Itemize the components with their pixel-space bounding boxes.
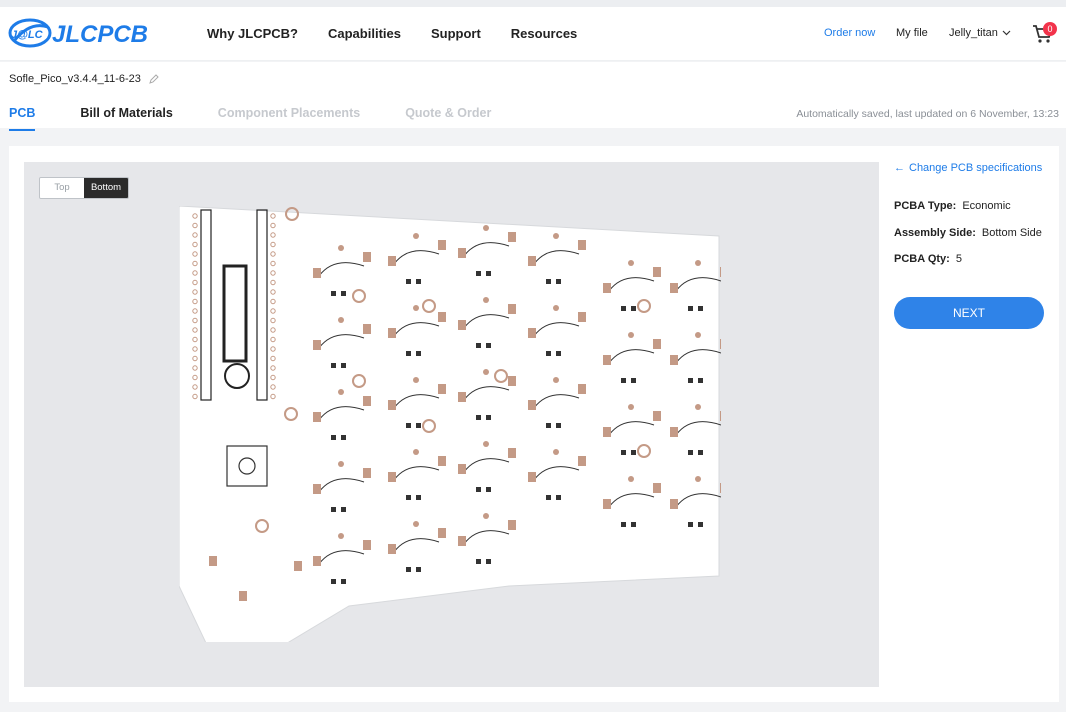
svg-text:J@LC: J@LC	[11, 29, 44, 41]
my-file-link[interactable]: My file	[896, 27, 928, 39]
step-tabs: PCB Bill of Materials Component Placemen…	[9, 106, 536, 131]
nav-capabilities[interactable]: Capabilities	[328, 26, 401, 41]
spec-value: Bottom Side	[981, 227, 1042, 239]
tab-pcb[interactable]: PCB	[9, 106, 36, 131]
spec-value: Economic	[962, 200, 1011, 212]
nav-resources[interactable]: Resources	[511, 26, 577, 41]
cart-count-badge: 0	[1043, 22, 1057, 36]
project-title: Sofle_Pico_v3.4.4_11-6-23	[9, 73, 159, 85]
side-toggle: Top Bottom	[39, 177, 129, 199]
user-name: Jelly_titan	[949, 27, 998, 39]
spec-assembly-side: Assembly Side: Bottom Side	[894, 227, 1042, 239]
spec-label: PCBA Type:	[894, 200, 957, 212]
edit-icon[interactable]	[149, 74, 159, 84]
spec-value: 5	[955, 253, 962, 265]
project-bar: Sofle_Pico_v3.4.4_11-6-23 PCB Bill of Ma…	[0, 62, 1066, 131]
nav-why-jlcpcb[interactable]: Why JLCPCB?	[207, 26, 298, 41]
chevron-down-icon	[1002, 30, 1011, 36]
jlcpcb-logo[interactable]: J@LC JLCPCB	[8, 15, 163, 51]
next-button[interactable]: NEXT	[894, 297, 1044, 329]
pcb-board-image	[178, 205, 728, 682]
pcba-card: Top Bottom ← Change PCB specifications P…	[9, 146, 1059, 702]
order-now-link[interactable]: Order now	[824, 27, 875, 39]
top-strip	[0, 0, 1066, 7]
site-header: J@LC JLCPCB Why JLCPCB? Capabilities Sup…	[0, 7, 1066, 61]
arrow-left-icon: ←	[894, 162, 905, 174]
spec-pcba-qty: PCBA Qty: 5	[894, 253, 962, 265]
tab-quote-order: Quote & Order	[405, 106, 492, 120]
main-nav: Why JLCPCB? Capabilities Support Resourc…	[207, 26, 607, 41]
nav-support[interactable]: Support	[431, 26, 481, 41]
pcb-viewer[interactable]: Top Bottom	[24, 162, 879, 687]
toggle-top-button[interactable]: Top	[40, 178, 84, 198]
spec-label: PCBA Qty:	[894, 253, 950, 265]
spec-panel: ← Change PCB specifications PCBA Type: Ec…	[894, 162, 1054, 329]
autosave-status: Automatically saved, last updated on 6 N…	[796, 108, 1059, 120]
project-name: Sofle_Pico_v3.4.4_11-6-23	[9, 73, 141, 85]
user-menu[interactable]: Jelly_titan	[949, 27, 1011, 39]
pcb-render	[178, 205, 728, 682]
change-pcb-specs-link[interactable]: ← Change PCB specifications	[894, 162, 1054, 174]
spec-label: Assembly Side:	[894, 227, 976, 239]
toggle-bottom-button[interactable]: Bottom	[84, 178, 128, 198]
svg-text:JLCPCB: JLCPCB	[52, 21, 148, 48]
change-pcb-specs-label: Change PCB specifications	[909, 162, 1043, 174]
spec-pcba-type: PCBA Type: Economic	[894, 200, 1011, 212]
tab-bill-of-materials[interactable]: Bill of Materials	[80, 106, 172, 126]
tab-component-placements: Component Placements	[217, 106, 361, 120]
